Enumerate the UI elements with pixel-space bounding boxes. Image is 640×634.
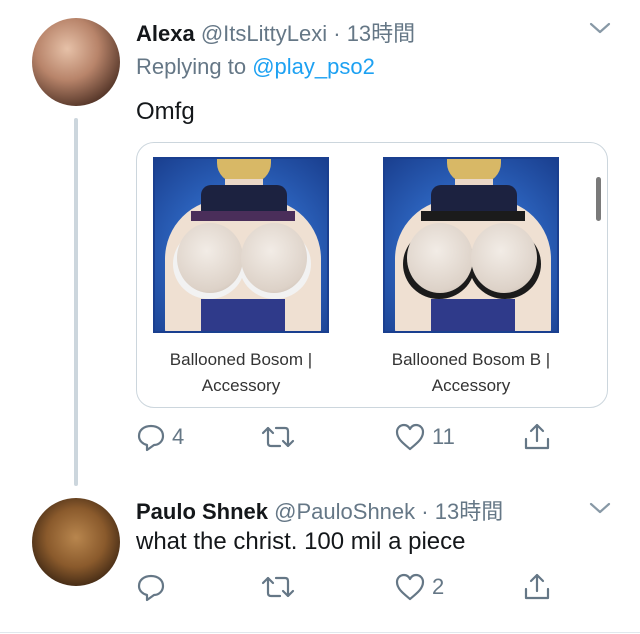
retweet-icon [261,576,295,598]
timestamp[interactable]: 13時間 [435,499,503,524]
caption-line-1: Ballooned Bosom | [169,350,313,369]
reply-button[interactable] [136,572,172,602]
retweet-button[interactable] [260,572,302,602]
tweet-actions: 2 [136,572,556,608]
reply-count: 4 [172,424,185,449]
timestamp[interactable]: 13時間 [347,21,415,46]
like-count: 2 [432,574,445,599]
share-icon [524,573,550,600]
separator-dot: · [333,21,341,46]
card-item-2[interactable]: Ballooned Bosom B | Accessory [383,157,559,399]
tweet-header: Alexa @ItsLittyLexi · 13時間 [136,16,415,48]
share-icon [524,423,550,450]
image-card[interactable]: Ballooned Bosom | Accessory Ballooned Bo… [136,142,608,408]
chevron-down-icon[interactable] [588,20,612,41]
card-item-1[interactable]: Ballooned Bosom | Accessory [153,157,329,399]
share-button[interactable] [522,422,552,452]
like-count: 11 [432,424,455,449]
thread-line [74,118,78,486]
chevron-down-icon[interactable] [588,500,612,521]
item-thumbnail-black[interactable] [383,157,559,333]
like-icon [395,573,425,601]
tweet-alexa[interactable]: Alexa @ItsLittyLexi · 13時間 Replying to @… [0,0,640,486]
retweet-button[interactable] [260,422,302,452]
avatar-alexa[interactable] [32,18,120,106]
item-thumbnail-white[interactable] [153,157,329,333]
caption-line-2: Accessory [201,376,281,395]
bottom-divider [0,632,640,633]
caption-line-2: Accessory [431,376,511,395]
tweet-text: Omfg [136,98,195,125]
separator-dot: · [421,499,429,524]
item-caption: Ballooned Bosom B | Accessory [383,347,559,399]
like-button[interactable]: 11 [394,422,455,452]
replying-prefix: Replying to [136,54,253,79]
share-button[interactable] [522,572,552,602]
display-name[interactable]: Paulo Shnek [136,499,268,524]
mention-link[interactable]: @play_pso2 [252,54,375,79]
user-handle[interactable]: @PauloShnek [274,499,415,524]
replying-to: Replying to @play_pso2 [136,54,375,80]
item-caption: Ballooned Bosom | Accessory [153,347,329,399]
display-name[interactable]: Alexa [136,21,195,46]
tweet-paulo[interactable]: Paulo Shnek @PauloShnek · 13時間 what the … [0,486,640,634]
user-handle[interactable]: @ItsLittyLexi [201,21,327,46]
tweet-actions: 4 11 [136,422,556,458]
caption-line-1: Ballooned Bosom B | [391,350,551,369]
like-button[interactable]: 2 [394,572,444,602]
avatar-paulo[interactable] [32,498,120,586]
card-scrollbar[interactable] [596,177,601,221]
retweet-icon [261,426,295,448]
reply-icon [137,574,165,602]
like-icon [395,423,425,451]
reply-button[interactable]: 4 [136,422,184,452]
tweet-text: what the christ. 100 mil a piece [136,528,466,555]
reply-icon [137,424,165,452]
tweet-header: Paulo Shnek @PauloShnek · 13時間 [136,494,503,526]
